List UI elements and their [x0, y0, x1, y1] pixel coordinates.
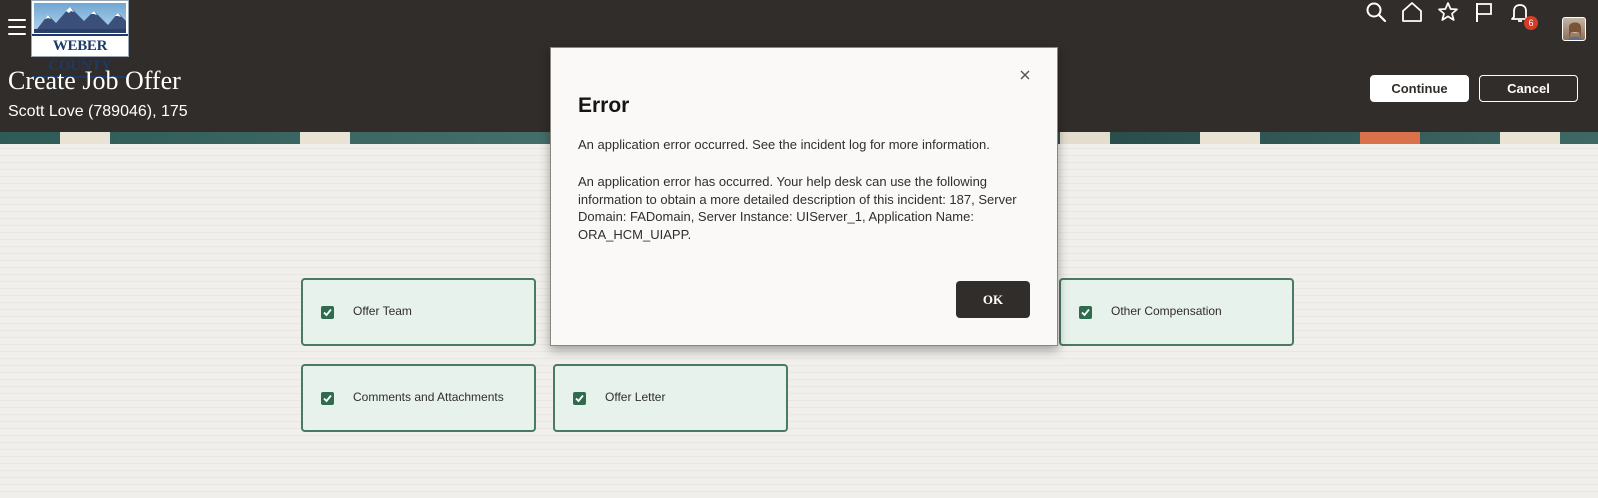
weber-county-logo[interactable]: WEBER COUNTY: [31, 0, 129, 78]
dialog-detail: An application error has occurred. Your …: [578, 174, 1017, 242]
logo-mountains: [34, 3, 126, 33]
page-title: Create Job Offer: [8, 66, 181, 95]
tile-comments-and-attachments[interactable]: Comments and Attachments: [301, 364, 536, 432]
checkmark-icon: [321, 392, 334, 405]
tile-label: Comments and Attachments: [353, 390, 504, 404]
tile-label: Other Compensation: [1111, 304, 1222, 318]
tile-offer-letter[interactable]: Offer Letter: [553, 364, 788, 432]
continue-button[interactable]: Continue: [1370, 75, 1469, 102]
tile-other-compensation[interactable]: Other Compensation: [1059, 278, 1294, 346]
navigator-menu-icon[interactable]: [8, 19, 26, 35]
search-icon[interactable]: [1364, 0, 1388, 24]
tile-label: Offer Letter: [605, 390, 666, 404]
continue-button-label: Continue: [1391, 81, 1448, 96]
checkmark-icon: [1079, 306, 1092, 319]
flag-icon[interactable]: [1472, 0, 1496, 24]
home-icon[interactable]: [1400, 0, 1424, 24]
user-avatar[interactable]: [1562, 17, 1586, 41]
notification-count-badge: 6: [1524, 16, 1538, 30]
checkmark-icon: [573, 392, 586, 405]
dialog-title: Error: [578, 94, 630, 117]
ok-button[interactable]: OK: [956, 281, 1030, 318]
page-subtitle: Scott Love (789046), 175: [8, 103, 188, 120]
cancel-button-label: Cancel: [1507, 81, 1550, 96]
dialog-message: An application error occurred. See the i…: [578, 137, 990, 152]
tile-label: Offer Team: [353, 304, 412, 318]
favorites-star-icon[interactable]: [1436, 0, 1460, 24]
checkmark-icon: [321, 306, 334, 319]
cancel-button[interactable]: Cancel: [1479, 75, 1578, 102]
close-icon[interactable]: [1018, 68, 1032, 82]
tile-offer-team[interactable]: Offer Team: [301, 278, 536, 346]
error-dialog: Error An application error occurred. See…: [550, 47, 1058, 346]
